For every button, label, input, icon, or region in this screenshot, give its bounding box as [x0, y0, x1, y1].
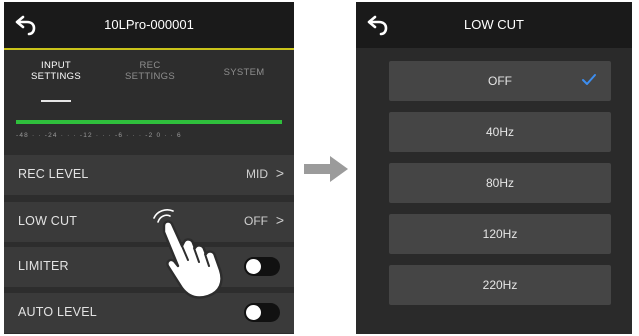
- chevron-right-icon: >: [275, 165, 284, 181]
- rec-level-row[interactable]: REC LEVEL MID >: [4, 155, 294, 195]
- tab-line: INPUT: [41, 60, 71, 71]
- screen-title: LOW CUT: [464, 17, 524, 32]
- tap-hand-icon: [153, 209, 223, 299]
- tab-line: REC: [139, 60, 161, 71]
- device-title: 10LPro-000001: [104, 17, 194, 32]
- right-arrow-icon: [304, 156, 348, 182]
- auto-level-toggle[interactable]: [244, 303, 280, 322]
- tab-line: SETTINGS: [31, 71, 81, 82]
- rec-level-value: MID: [246, 167, 268, 181]
- option-label: 40Hz: [485, 125, 514, 139]
- toggle-knob: [246, 305, 261, 320]
- tab-input-settings[interactable]: INPUT SETTINGS: [8, 60, 104, 82]
- option-120hz[interactable]: 120Hz: [389, 214, 611, 254]
- toggle-knob: [246, 259, 261, 274]
- auto-level-label: AUTO LEVEL: [18, 305, 97, 319]
- tab-line: SETTINGS: [125, 71, 175, 82]
- option-label: 220Hz: [482, 278, 518, 292]
- header-bar: LOW CUT: [356, 2, 632, 48]
- option-label: 80Hz: [485, 176, 514, 190]
- option-40hz[interactable]: 40Hz: [389, 112, 611, 152]
- active-tab-indicator: [41, 100, 71, 102]
- meter-scale: -48 · · -24 · · · -12 · · · -6 · · · -2 …: [16, 132, 182, 139]
- tab-rec-settings[interactable]: REC SETTINGS: [102, 60, 198, 82]
- limiter-toggle[interactable]: [244, 257, 280, 276]
- option-80hz[interactable]: 80Hz: [389, 163, 611, 203]
- limiter-label: LIMITER: [18, 259, 69, 273]
- low-cut-label: LOW CUT: [18, 214, 78, 228]
- settings-tabs: INPUT SETTINGS REC SETTINGS SYSTEM: [4, 50, 294, 102]
- meter-bar: [16, 120, 282, 124]
- header-bar: 10LPro-000001: [4, 2, 294, 50]
- low-cut-screen: LOW CUT OFF 40Hz 80Hz 120Hz 220Hz: [356, 2, 632, 334]
- chevron-right-icon: >: [275, 212, 284, 228]
- tab-system[interactable]: SYSTEM: [196, 67, 292, 78]
- tab-line: SYSTEM: [223, 67, 265, 78]
- option-label: 120Hz: [482, 227, 518, 241]
- option-off[interactable]: OFF: [389, 61, 611, 101]
- option-220hz[interactable]: 220Hz: [389, 265, 611, 305]
- low-cut-value: OFF: [244, 214, 268, 228]
- option-label: OFF: [488, 74, 512, 88]
- level-meter: -48 · · -24 · · · -12 · · · -6 · · · -2 …: [4, 106, 294, 150]
- checkmark-icon: [582, 74, 596, 85]
- rec-level-label: REC LEVEL: [18, 167, 89, 181]
